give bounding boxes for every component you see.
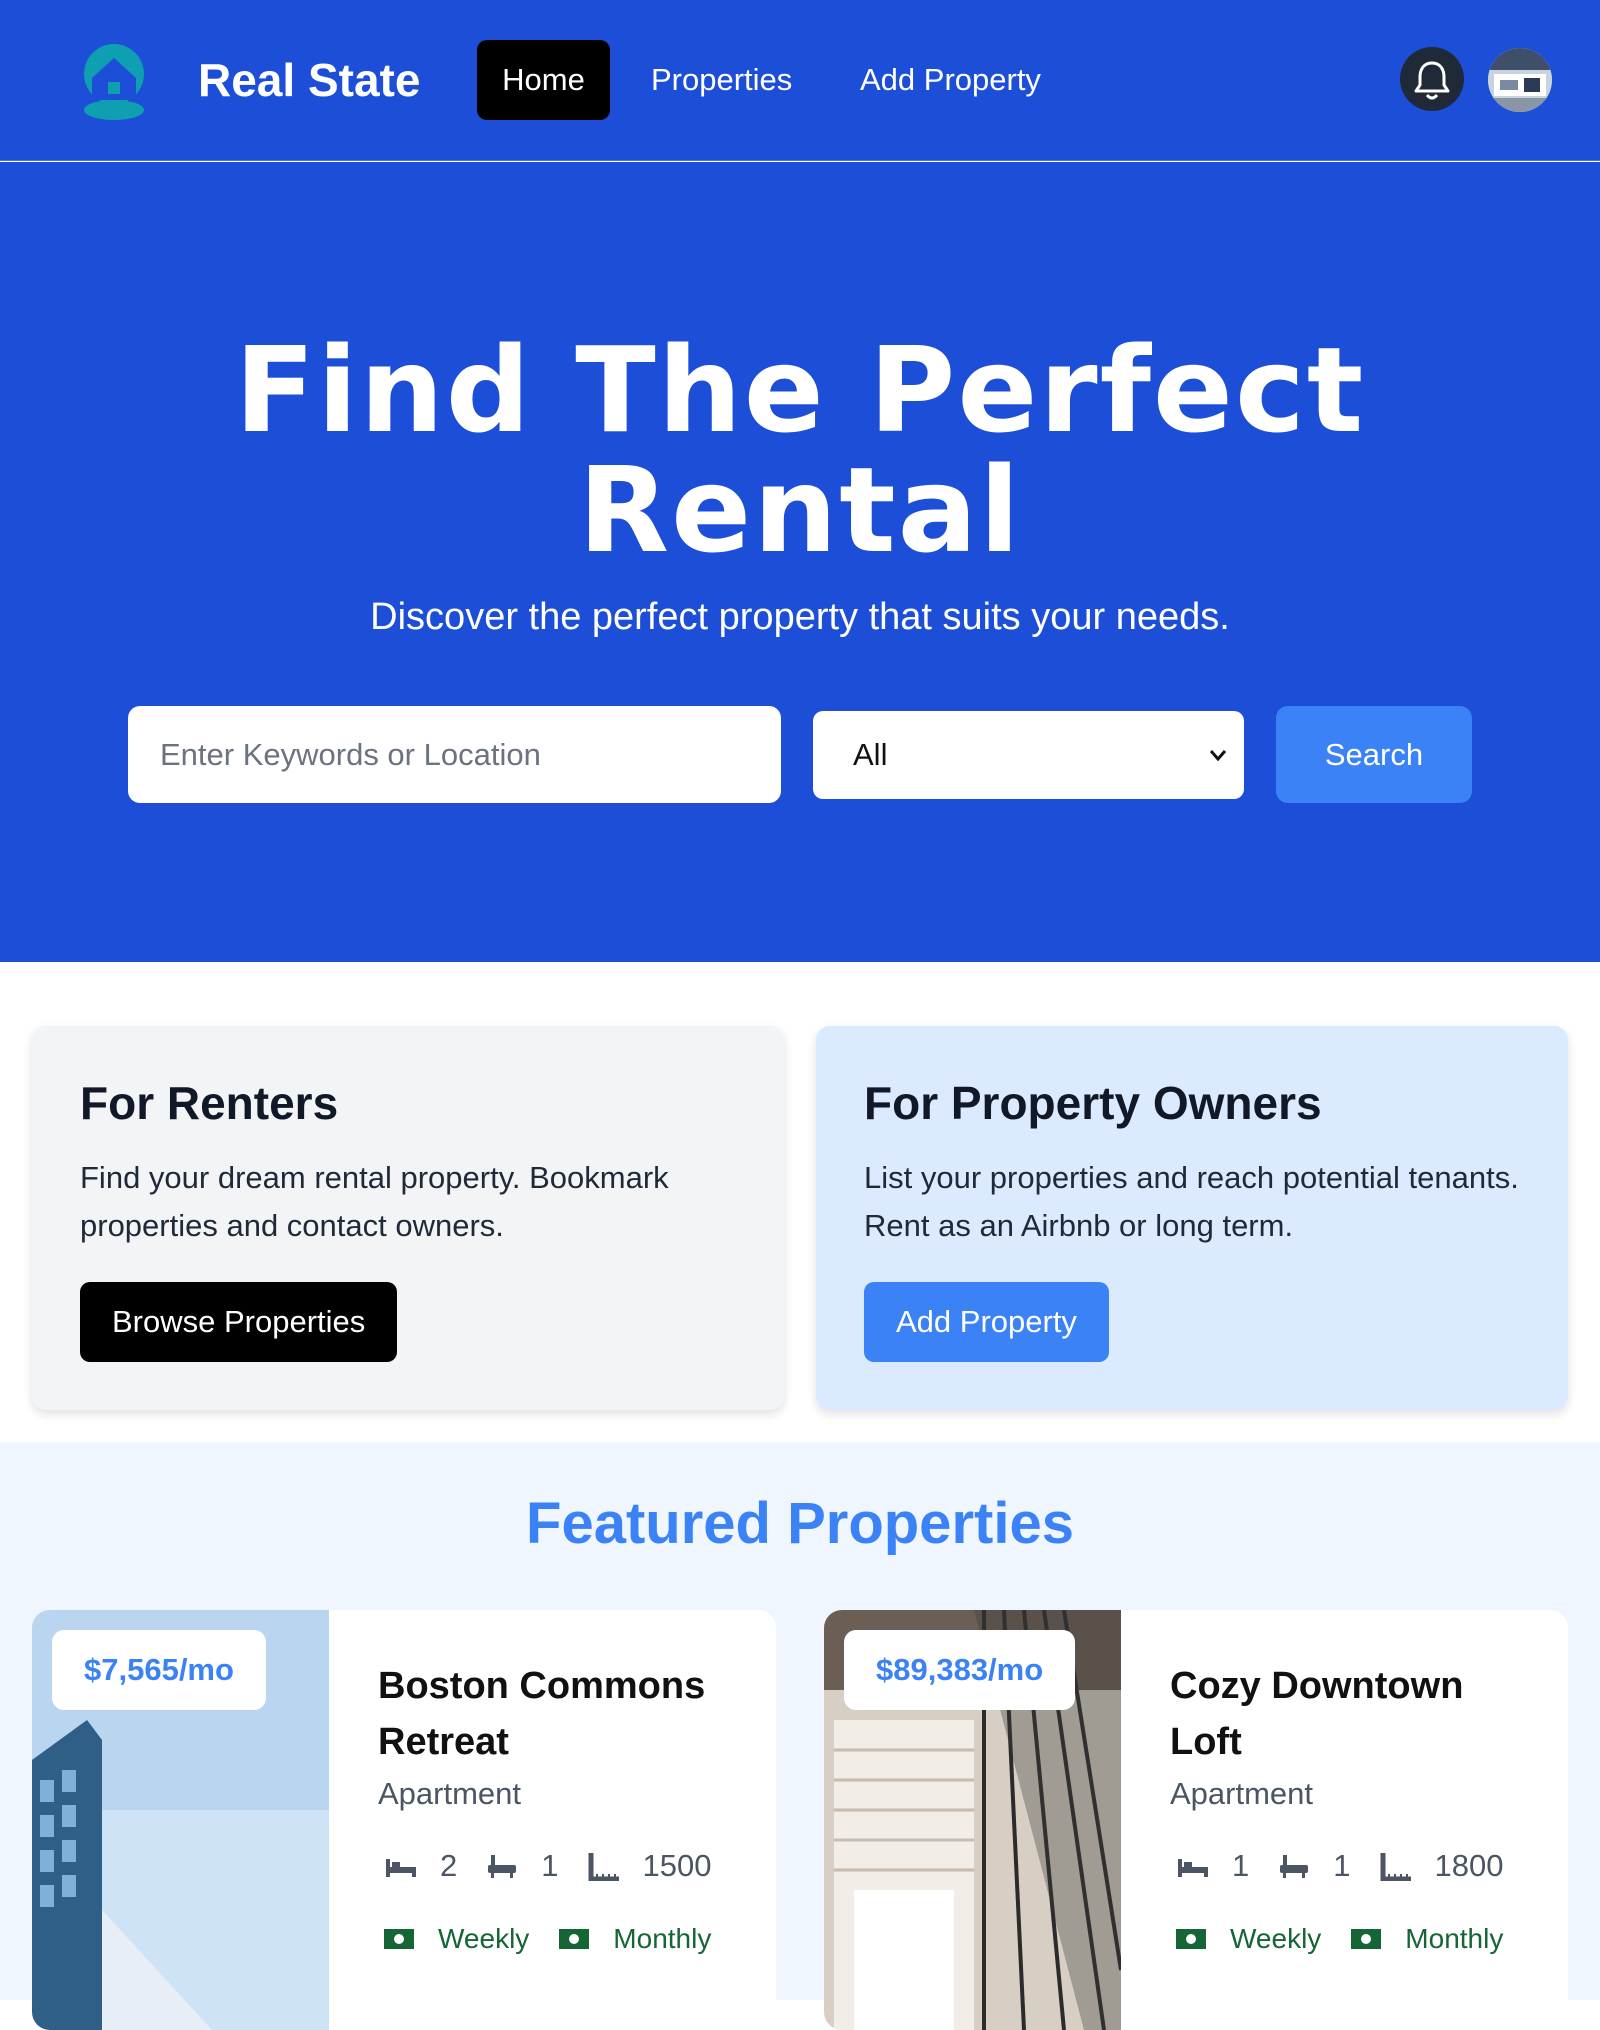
hero-subtitle: Discover the perfect property that suits…	[370, 596, 1230, 638]
rate-weekly: Weekly	[438, 1923, 530, 1954]
browse-properties-button[interactable]: Browse Properties	[80, 1282, 398, 1362]
nav-home-link[interactable]: Home	[477, 40, 610, 120]
featured-section: Featured Properties $7,565/mo Boston Com…	[0, 1442, 1600, 2030]
ruler-icon	[1380, 1853, 1411, 1881]
bed-icon	[1178, 1859, 1208, 1877]
rate-monthly: Monthly	[1405, 1923, 1504, 1954]
property-type-select[interactable]: All	[813, 711, 1244, 799]
search-input[interactable]	[128, 706, 781, 803]
rate-monthly: Monthly	[613, 1923, 712, 1954]
notifications-button[interactable]	[1400, 47, 1464, 111]
owners-card: For Property Owners List your properties…	[816, 1026, 1568, 1410]
hero-section: Find The Perfect Rental Discover the per…	[0, 162, 1600, 962]
property-type-selected: All	[853, 737, 888, 772]
bath-icon	[1280, 1855, 1309, 1878]
user-avatar[interactable]	[1488, 48, 1552, 112]
sqft-value: 1800	[1434, 1848, 1504, 1883]
renters-card: For Renters Find your dream rental prope…	[32, 1026, 784, 1410]
ruler-icon	[588, 1853, 619, 1881]
baths-count: 1	[1333, 1848, 1351, 1883]
owners-title: For Property Owners	[864, 1077, 1322, 1129]
nav-properties-link[interactable]: Properties	[627, 40, 816, 120]
money-icon	[1351, 1929, 1382, 1949]
money-icon	[384, 1929, 414, 1949]
property-card[interactable]: $89,383/mo Cozy Downtown Loft Apartment …	[824, 1610, 1568, 2030]
hero-title-line-2: Rental	[578, 441, 1022, 579]
beds-count: 1	[1232, 1848, 1250, 1883]
property-name[interactable]: Boston Commons Retreat	[378, 1658, 738, 1770]
featured-title: Featured Properties	[526, 1491, 1074, 1556]
bed-icon	[386, 1859, 416, 1877]
renters-text: Find your dream rental property. Bookmar…	[80, 1160, 669, 1243]
chevron-down-icon	[1209, 750, 1227, 762]
property-stats: 1 1 1800	[1176, 1838, 1531, 1894]
top-navbar: Real State Home Properties Add Property	[0, 0, 1600, 161]
search-button[interactable]: Search	[1276, 706, 1472, 803]
property-type: Apartment	[1170, 1776, 1314, 1811]
property-type: Apartment	[378, 1776, 522, 1811]
sqft-value: 1500	[642, 1848, 712, 1883]
property-stats: 2 1 1500	[384, 1838, 739, 1894]
rate-weekly: Weekly	[1230, 1923, 1322, 1954]
baths-count: 1	[541, 1848, 559, 1883]
nav-add-property-link[interactable]: Add Property	[836, 40, 1065, 120]
bath-icon	[488, 1855, 517, 1878]
brand-name[interactable]: Real State	[198, 53, 420, 107]
property-price: $89,383/mo	[844, 1630, 1076, 1710]
bell-icon	[1414, 61, 1450, 100]
owners-text: List your properties and reach potential…	[864, 1160, 1519, 1243]
rental-rates: Weekly Monthly	[384, 1916, 741, 1962]
property-price: $7,565/mo	[52, 1630, 266, 1710]
hero-title-line-1: Find The Perfect	[234, 321, 1366, 459]
avatar-image	[1488, 48, 1552, 112]
add-property-button[interactable]: Add Property	[864, 1282, 1109, 1362]
house-logo-icon[interactable]	[78, 38, 150, 122]
renters-title: For Renters	[80, 1077, 339, 1129]
property-name[interactable]: Cozy Downtown Loft	[1170, 1658, 1530, 1770]
property-card[interactable]: $7,565/mo Boston Commons Retreat Apartme…	[32, 1610, 776, 2030]
money-icon	[559, 1929, 590, 1949]
hero-title: Find The Perfect Rental	[0, 330, 1600, 570]
beds-count: 2	[440, 1848, 458, 1883]
money-icon	[1176, 1929, 1206, 1949]
rental-rates: Weekly Monthly	[1176, 1916, 1533, 1962]
